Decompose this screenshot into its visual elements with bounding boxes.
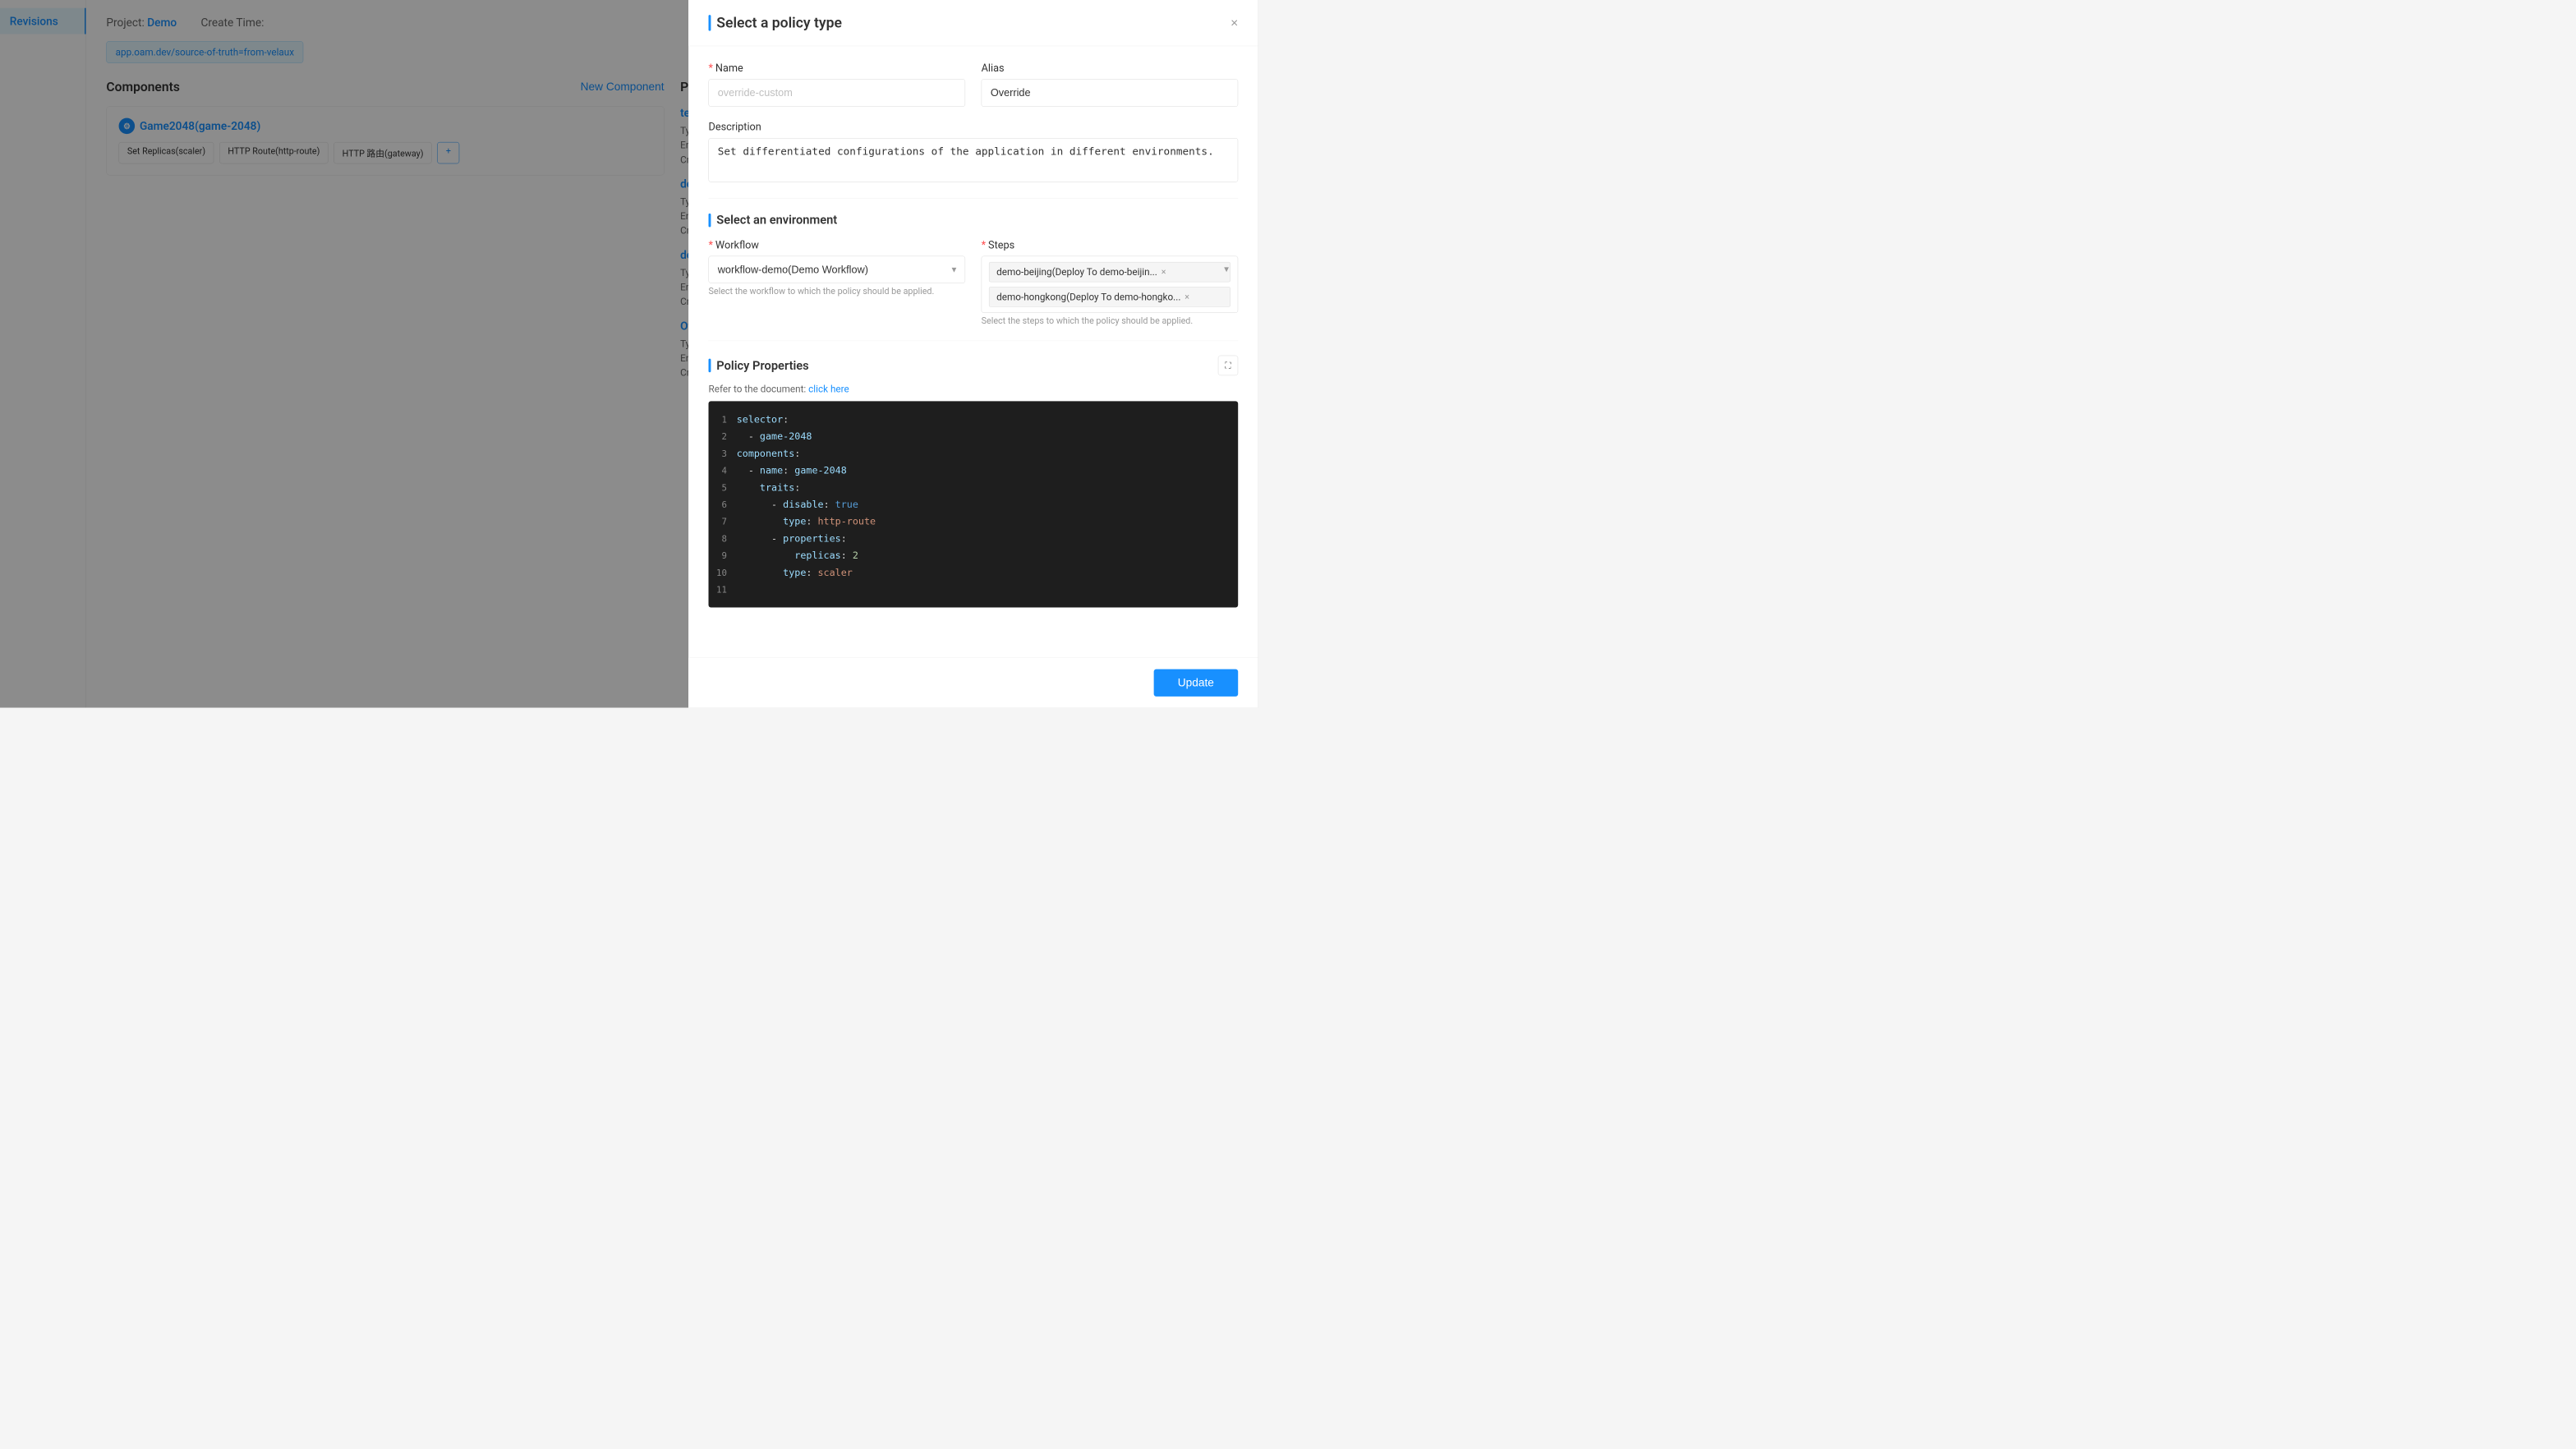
workflow-select[interactable]: workflow-demo(Demo Workflow) (709, 256, 966, 283)
workflow-steps-row: * Workflow workflow-demo(Demo Workflow) … (709, 239, 1239, 326)
app-container: Revisions Project: Demo Create Time: app… (0, 0, 1258, 708)
step-remove-hongkong[interactable]: × (1184, 292, 1189, 301)
fullscreen-button[interactable]: ⛶ (1218, 356, 1238, 375)
name-alias-row: * Name Alias (709, 62, 1239, 107)
select-env-title: Select an environment (709, 213, 1239, 227)
alias-field-group: Alias (982, 62, 1239, 107)
drawer-close-button[interactable]: × (1230, 16, 1238, 30)
code-line-8: 8 - properties: (709, 530, 1239, 547)
policy-props-header: Policy Properties ⛶ (709, 356, 1239, 375)
alias-label: Alias (982, 62, 1239, 75)
name-input[interactable] (709, 79, 966, 107)
alias-input[interactable] (982, 79, 1239, 107)
drawer-header: Select a policy type × (688, 0, 1258, 46)
step-remove-beijing[interactable]: × (1162, 267, 1166, 277)
name-label: * Name (709, 62, 966, 75)
workflow-label: * Workflow (709, 239, 966, 251)
steps-multi-select[interactable]: demo-beijing(Deploy To demo-beijin... × … (982, 256, 1239, 313)
workflow-field-group: * Workflow workflow-demo(Demo Workflow) … (709, 239, 966, 326)
code-line-1: 1 selector: (709, 411, 1239, 428)
code-line-3: 3 components: (709, 445, 1239, 462)
code-line-4: 4 - name: game-2048 (709, 462, 1239, 479)
workflow-hint: Select the workflow to which the policy … (709, 287, 966, 297)
doc-ref-link[interactable]: click here (808, 384, 849, 395)
code-editor[interactable]: 1 selector: 2 - game-2048 3 components: … (709, 401, 1239, 607)
description-field-group: Description Set differentiated configura… (709, 121, 1239, 183)
name-field-group: * Name (709, 62, 966, 107)
env-title-bar (709, 214, 711, 228)
policy-props-title: Policy Properties (709, 358, 809, 372)
code-line-10: 10 type: scaler (709, 564, 1239, 581)
code-line-11: 11 (709, 581, 1239, 598)
code-line-2: 2 - game-2048 (709, 428, 1239, 445)
steps-field-group: * Steps demo-beijing(Deploy To demo-beij… (982, 239, 1239, 326)
title-bar-accent (709, 15, 711, 31)
drawer-body: * Name Alias Description Set differentia… (688, 46, 1258, 657)
doc-ref: Refer to the document: click here (709, 384, 1239, 395)
drawer-footer: Update (688, 657, 1258, 707)
drawer-title: Select a policy type (709, 15, 842, 32)
props-title-bar (709, 359, 711, 373)
workflow-select-wrapper: workflow-demo(Demo Workflow) ▼ (709, 256, 966, 283)
code-line-9: 9 replicas: 2 (709, 547, 1239, 564)
step-tag-hongkong: demo-hongkong(Deploy To demo-hongko... × (989, 287, 1230, 306)
steps-hint: Select the steps to which the policy sho… (982, 316, 1239, 326)
steps-select-arrow: ▼ (1222, 264, 1230, 274)
policy-drawer: Select a policy type × * Name Alias (688, 0, 1258, 708)
step-tag-beijing: demo-beijing(Deploy To demo-beijin... × (989, 262, 1230, 282)
description-label: Description (709, 121, 1239, 133)
steps-required: * (982, 239, 986, 251)
steps-label: * Steps (982, 239, 1239, 251)
code-line-5: 5 traits: (709, 479, 1239, 496)
code-line-6: 6 - disable: true (709, 496, 1239, 513)
code-line-7: 7 type: http-route (709, 513, 1239, 530)
description-textarea[interactable]: Set differentiated configurations of the… (709, 138, 1239, 182)
update-button[interactable]: Update (1153, 669, 1238, 697)
workflow-required: * (709, 239, 713, 251)
name-required: * (709, 62, 713, 75)
